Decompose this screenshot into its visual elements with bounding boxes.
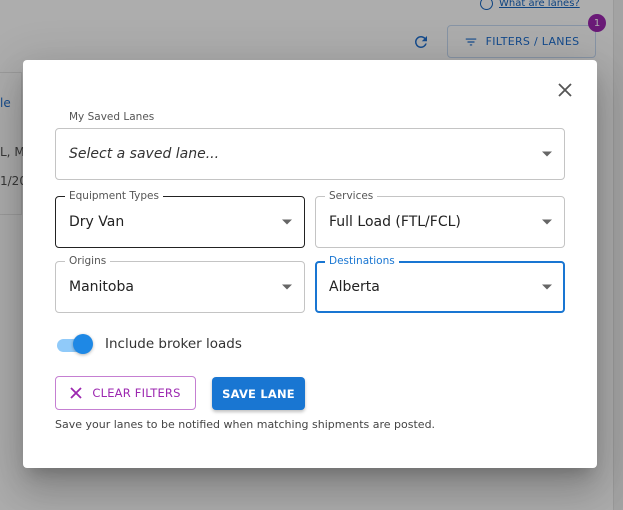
toggle-thumb[interactable]	[73, 334, 93, 354]
caret-down-icon	[542, 151, 552, 157]
clear-filters-label: CLEAR FILTERS	[92, 386, 181, 400]
clear-filters-button[interactable]: CLEAR FILTERS	[55, 376, 196, 410]
equipment-types-value: Dry Van	[69, 214, 125, 230]
close-button[interactable]	[555, 80, 575, 100]
destinations-label: Destinations	[325, 254, 399, 268]
close-icon	[70, 387, 83, 399]
saved-lanes-placeholder: Select a saved lane...	[69, 146, 220, 162]
broker-loads-row: Include broker loads	[55, 334, 242, 354]
close-icon	[558, 83, 572, 97]
origins-label: Origins	[65, 254, 111, 268]
save-lane-button[interactable]: SAVE LANE	[212, 377, 305, 410]
destinations-value: Alberta	[329, 279, 380, 295]
caret-down-icon	[542, 284, 552, 290]
equipment-types-label: Equipment Types	[65, 189, 163, 203]
services-label: Services	[325, 189, 378, 203]
destinations-select[interactable]: Destinations Alberta	[315, 254, 565, 313]
lane-filter-dialog: My Saved Lanes Select a saved lane... Eq…	[23, 60, 597, 468]
services-select[interactable]: Services Full Load (FTL/FCL)	[315, 189, 565, 248]
services-value: Full Load (FTL/FCL)	[329, 214, 461, 230]
save-hint-text: Save your lanes to be notified when matc…	[55, 418, 436, 431]
broker-loads-label: Include broker loads	[105, 336, 242, 352]
caret-down-icon	[282, 219, 292, 225]
caret-down-icon	[282, 284, 292, 290]
broker-loads-toggle[interactable]	[55, 334, 93, 354]
origins-value: Manitoba	[69, 279, 134, 295]
saved-lanes-label: My Saved Lanes	[69, 111, 155, 123]
origins-select[interactable]: Origins Manitoba	[55, 254, 305, 313]
saved-lanes-select[interactable]: Select a saved lane...	[55, 128, 565, 180]
equipment-types-select[interactable]: Equipment Types Dry Van	[55, 189, 305, 248]
caret-down-icon	[542, 219, 552, 225]
